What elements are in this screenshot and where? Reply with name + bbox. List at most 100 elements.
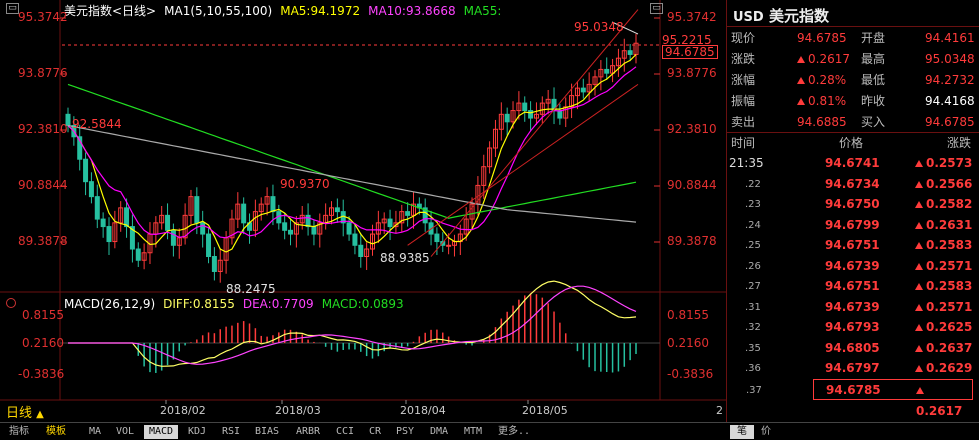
ma55-value: MA55:	[463, 4, 502, 18]
macd-axis-left-label: 0.8155	[22, 308, 64, 322]
ma-params-label: MA1(5,10,55,100)	[164, 4, 273, 18]
macd-axis-left-label: -0.3836	[18, 367, 65, 381]
change-value: 0.2617	[808, 52, 850, 66]
kline-chart-area[interactable]: 美元指数<日线> MA1(5,10,55,100) MA5:94.1972 MA10:…	[0, 0, 727, 422]
ticks-header-time: 时间	[731, 136, 756, 150]
tab-cr[interactable]: CR	[364, 425, 386, 439]
tick-price: 94.6739	[825, 299, 880, 314]
tab-ma[interactable]: MA	[84, 425, 106, 439]
tick-price: 94.6734	[825, 176, 880, 191]
tab-vol[interactable]: VOL	[112, 425, 138, 439]
arrow-up-icon	[915, 221, 923, 229]
tick-row[interactable]: .37 94.6785 0.2617	[746, 378, 973, 418]
tick-row[interactable]: .31 94.6739 0.2571	[727, 297, 979, 318]
low-value: 94.2732	[925, 73, 975, 87]
arrow-up-icon	[915, 201, 923, 208]
tab-dma[interactable]: DMA	[426, 425, 452, 439]
indicator-settings-icon[interactable]	[6, 298, 16, 308]
tick-time: .32	[745, 322, 761, 333]
price-axis-left-label: 90.8844	[18, 178, 68, 192]
tab-arbr[interactable]: ARBR	[292, 425, 324, 439]
macd-axis-right-label: 0.8155	[667, 308, 709, 322]
candle-body	[206, 233, 212, 258]
quote-label: 最高	[861, 52, 886, 66]
tick-change-value: 0.2571	[926, 258, 973, 273]
tick-change: 0.2583	[915, 235, 972, 256]
tick-change: 0.2583	[915, 276, 972, 297]
tick-row[interactable]: .35 94.6805 0.2637	[727, 338, 979, 359]
tab-psy[interactable]: PSY	[392, 425, 418, 439]
candle-body	[522, 102, 528, 112]
tab-mtm[interactable]: MTM	[460, 425, 486, 439]
tick-time: .26	[745, 260, 761, 272]
period-selector[interactable]: 日线 ▲	[6, 402, 44, 421]
tab-ticks[interactable]: 笔	[730, 425, 754, 439]
tick-change-value: 0.2631	[926, 217, 973, 232]
ticks-header-price: 价格	[839, 136, 864, 150]
quote-label: 开盘	[861, 31, 886, 45]
arrow-up-icon	[915, 303, 923, 311]
candle-body	[627, 50, 633, 55]
x-axis-date-label: 2018/03	[275, 404, 321, 417]
arrow-up-icon	[915, 160, 923, 167]
tab-indicator[interactable]: 指标	[4, 425, 34, 439]
annotation-label: 92.5844	[72, 117, 122, 131]
tab-rsi[interactable]: RSI	[218, 425, 244, 439]
candle-body	[124, 207, 130, 228]
x-axis-date-label: 2018/02	[160, 404, 206, 417]
quote-row: 振幅 0.81% 昨收 94.4168	[727, 91, 979, 111]
tick-change: 0.2582	[915, 194, 972, 215]
kline-chart-svg[interactable]	[0, 0, 727, 422]
high-annotation: 95.0348	[574, 20, 624, 34]
ma10-value: MA10:93.8668	[368, 4, 456, 18]
tick-row[interactable]: .22 94.6734 0.2566	[727, 174, 979, 195]
tick-change: 0.2637	[915, 338, 972, 359]
tab-kdj[interactable]: KDJ	[184, 425, 210, 439]
ma55-line	[67, 83, 637, 219]
tab-macd[interactable]: MACD	[144, 425, 178, 439]
tick-price: 94.6750	[825, 197, 880, 211]
tab-price[interactable]: 价	[756, 425, 776, 439]
annotation-label: 88.2475	[226, 282, 276, 296]
tick-row[interactable]: 21:35 94.6741 0.2573	[727, 153, 979, 174]
candle-body	[528, 110, 534, 119]
instrument-title: USD 美元指数	[733, 5, 829, 26]
arrow-up-icon	[915, 344, 923, 352]
arrow-up-icon	[915, 180, 923, 188]
tab-bias[interactable]: BIAS	[252, 425, 282, 439]
arrow-up-icon	[915, 262, 923, 270]
tick-row[interactable]: .32 94.6793 0.2625	[727, 317, 979, 338]
tab-more[interactable]: 更多..	[494, 425, 534, 439]
tick-change: 0.2573	[915, 153, 972, 174]
tab-cci[interactable]: CCI	[332, 425, 358, 439]
last-price-value: 94.6785	[797, 31, 847, 45]
macd-axis-right-label: 0.2160	[667, 336, 709, 350]
candle-body	[405, 211, 411, 216]
arrow-up-icon	[797, 56, 805, 63]
candle-body	[352, 233, 358, 246]
quote-panel: USD 美元指数 现价 94.6785 开盘 94.4161 涨跌 0.2617…	[727, 0, 979, 422]
x-axis-date-label: 2018/04	[400, 404, 446, 417]
ask-value: 94.6885	[797, 115, 847, 129]
arrow-up-icon	[915, 324, 923, 331]
quote-row: 现价 94.6785 开盘 94.4161	[727, 28, 979, 48]
candle-body	[200, 222, 206, 235]
chart-settings-icon[interactable]: ▭	[650, 3, 663, 14]
macd-diff-line	[68, 280, 637, 367]
tick-row[interactable]: .36 94.6797 0.2629	[727, 358, 979, 379]
tick-row[interactable]: .23 94.6750 0.2582	[727, 194, 979, 215]
tick-row[interactable]: .25 94.6751 0.2583	[727, 235, 979, 256]
tick-row[interactable]: .24 94.6799 0.2631	[727, 215, 979, 236]
candle-body	[288, 229, 294, 235]
tick-row[interactable]: .26 94.6739 0.2571	[727, 256, 979, 277]
quote-label: 现价	[731, 31, 756, 45]
tick-price: 94.6805	[825, 340, 880, 355]
tick-change: 0.2631	[915, 215, 972, 236]
tick-change-value: 0.2617	[916, 403, 963, 418]
quote-label: 买入	[861, 115, 886, 129]
candle-body	[170, 229, 176, 246]
tick-row[interactable]: .27 94.6751 0.2583	[727, 276, 979, 297]
macd-dea-value: DEA:0.7709	[242, 297, 314, 311]
tab-template[interactable]: 模板	[40, 425, 72, 439]
macd-diff-value: DIFF:0.8155	[163, 297, 235, 311]
